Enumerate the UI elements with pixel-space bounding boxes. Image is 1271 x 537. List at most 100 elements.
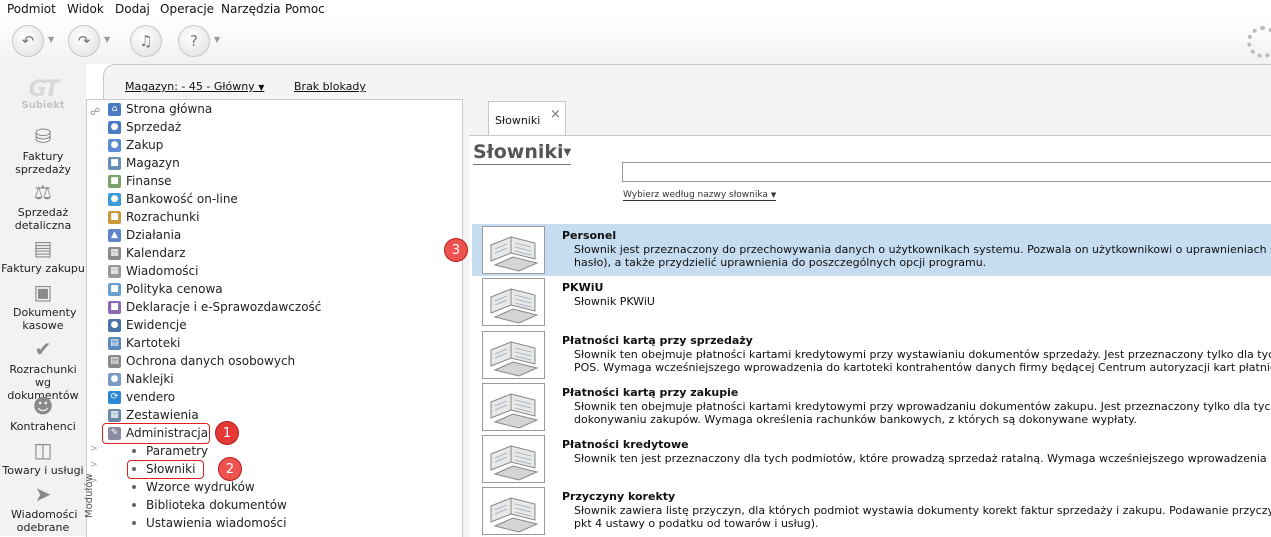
warehouse-selector[interactable]: Magazyn: - 45 - Główny ▼ (125, 80, 264, 93)
subnav-ustawienia-wiadomosci[interactable]: Ustawienia wiadomości (132, 514, 286, 532)
dictionary-title: Płatności kartą przy zakupie (562, 386, 739, 399)
pin-icon[interactable]: ☍ (90, 107, 100, 118)
nav-deklaracje-i-e-sprawozdawczość[interactable]: ■ Deklaracje i e-Sprawozdawczość (108, 298, 321, 316)
menu-operacje[interactable]: Operacje (160, 2, 214, 16)
nav-działania[interactable]: ▲ Działania (108, 226, 181, 244)
nav-rozrachunki[interactable]: ■ Rozrachunki (108, 208, 199, 226)
chevron-down-icon: ▼ (563, 147, 572, 158)
menu-narzedzia[interactable]: Narzędzia (221, 2, 281, 16)
menu-podmiot[interactable]: Podmiot (7, 2, 56, 16)
dictionary-book-icon (482, 487, 545, 535)
dictionary-description: Słownik jest przeznaczony do przechowywa… (574, 243, 1271, 269)
dictionary-row[interactable]: PKWiU Słownik PKWiU (472, 276, 1271, 328)
menu-dodaj[interactable]: Dodaj (115, 2, 150, 16)
nav-polityka-cenowa[interactable]: ■ Polityka cenowa (108, 280, 223, 298)
module-icon: ● (108, 372, 121, 386)
dictionary-row[interactable]: Przyczyny korekty Słownik zawiera listę p… (472, 485, 1271, 537)
nav-ochrona-danych-osobowych[interactable]: ▤ Ochrona danych osobowych (108, 352, 295, 370)
products-icon: ◫ (33, 438, 53, 462)
filter-by-name-link[interactable]: Wybierz według nazwy słownika ▼ (623, 190, 777, 201)
nav-bankowość-on-line[interactable]: ● Bankowość on-line (108, 190, 238, 208)
nav-zakup[interactable]: ● Zakup (108, 136, 163, 154)
dictionary-description: Słownik ten obejmuje płatności kartami k… (574, 348, 1271, 374)
logo-mark: GT (28, 77, 60, 102)
module-icon: ▦ (108, 246, 121, 260)
module-faktury-zakupu[interactable]: ▤ Faktury zakupu (0, 236, 86, 275)
nav-strona-główna[interactable]: ⌂ Strona główna (108, 100, 212, 118)
tab-label: Słowniki (495, 114, 541, 127)
close-icon[interactable]: × (550, 107, 561, 122)
scale-icon: ⚖ (34, 180, 52, 204)
module-icon: ■ (108, 300, 121, 314)
nav-zestawienia[interactable]: ▦ Zestawienia (108, 406, 199, 424)
chevron-down-icon[interactable]: ▼ (214, 35, 220, 44)
module-kontrahenci[interactable]: ☻ Kontrahenci (0, 394, 86, 433)
nav-finanse[interactable]: ■ Finanse (108, 172, 172, 190)
dictionary-row[interactable]: Płatności kredytowe Słownik ten jest prze… (472, 433, 1271, 485)
dictionary-title: Płatności kartą przy sprzedaży (562, 334, 753, 347)
dictionary-row[interactable]: Płatności kartą przy zakupie Słownik ten … (472, 381, 1271, 433)
nav-wiadomości[interactable]: ▦ Wiadomości (108, 262, 198, 280)
module-icon: ▦ (108, 264, 121, 278)
chevron-down-icon: ▼ (770, 191, 777, 199)
nav-kartoteki[interactable]: ▤ Kartoteki (108, 334, 180, 352)
chevron-down-icon: ▼ (258, 83, 265, 92)
module-icon: ● (108, 138, 121, 152)
nav-kalendarz[interactable]: ▦ Kalendarz (108, 244, 186, 262)
subnav-parametry[interactable]: Parametry (132, 442, 208, 460)
subnav-biblioteka-dokumentow[interactable]: Biblioteka dokumentów (132, 496, 287, 514)
subnav-wzorce-wydrukow[interactable]: Wzorce wydruków (132, 478, 255, 496)
lock-status-link[interactable]: Brak blokady (294, 80, 366, 93)
module-faktury-sprzedazy[interactable]: ⛁ Faktury sprzedaży (0, 124, 86, 176)
dictionary-description: Słownik PKWiU (574, 295, 655, 308)
module-icon: ▤ (108, 354, 121, 368)
menu-widok[interactable]: Widok (67, 2, 104, 16)
step-badge-3: 3 (444, 238, 468, 262)
highlight-slowniki (127, 460, 204, 479)
dictionary-row[interactable]: Personel Słownik jest przeznaczony do prz… (472, 224, 1271, 276)
subiekt-logo: GT Subiekt (20, 77, 66, 112)
module-wiadomosci-odebrane[interactable]: ➤ Wiadomości odebrane (0, 482, 86, 534)
back-icon[interactable]: ↶ (12, 25, 44, 57)
nav-sprzedaż[interactable]: ● Sprzedaż (108, 118, 181, 136)
modules-strip-label: Modułów (84, 473, 95, 518)
module-icon: ● (108, 318, 121, 332)
dictionary-description: Słownik zawiera listę przyczyn, dla któr… (574, 504, 1271, 530)
forward-icon[interactable]: ↷ (68, 25, 100, 57)
module-towary-i-uslugi[interactable]: ◫ Towary i usługi (0, 438, 86, 477)
module-icon: ■ (108, 174, 121, 188)
person-icon: ☻ (32, 394, 54, 418)
module-icon: ● (108, 120, 121, 134)
coins-icon: ⛁ (34, 124, 52, 148)
module-icon: ■ (108, 282, 121, 296)
dictionary-book-icon (482, 331, 545, 379)
step-badge-2: 2 (218, 457, 242, 481)
module-dokumenty-kasowe[interactable]: ▣ Dokumenty kasowe (0, 280, 86, 332)
nav-ewidencje[interactable]: ● Ewidencje (108, 316, 187, 334)
module-sprzedaz-detaliczna[interactable]: ⚖ Sprzedaż detaliczna (0, 180, 86, 232)
nav-naklejki[interactable]: ● Naklejki (108, 370, 174, 388)
module-icon: ■ (108, 156, 121, 170)
dictionary-title: Płatności kredytowe (562, 438, 689, 451)
page-title[interactable]: Słowniki▼ (473, 141, 572, 165)
dictionary-title: Przyczyny korekty (562, 490, 676, 503)
module-icon: ■ (108, 210, 121, 224)
module-rozrachunki[interactable]: ✔ Rozrachunki wg dokumentów (0, 337, 86, 402)
menu-pomoc[interactable]: Pomoc (285, 2, 325, 16)
bullet-icon (132, 503, 136, 507)
chevron-down-icon[interactable]: ▼ (104, 35, 110, 44)
tab-slowniki[interactable]: Słowniki × (488, 101, 566, 136)
dictionary-description: Słownik ten obejmuje płatności kartami k… (574, 400, 1271, 426)
nav-vendero[interactable]: ⟳ vendero (108, 388, 175, 406)
module-icon: ▦ (108, 408, 121, 422)
step-badge-1: 1 (215, 421, 239, 445)
loading-spinner-icon (1247, 26, 1271, 58)
nav-magazyn[interactable]: ■ Magazyn (108, 154, 180, 172)
help-icon[interactable]: ? (178, 25, 210, 57)
bell-icon[interactable]: ♫ (130, 25, 162, 57)
chevron-down-icon[interactable]: ▼ (48, 35, 54, 44)
dictionary-row[interactable]: Płatności kartą przy sprzedaży Słownik te… (472, 329, 1271, 381)
module-icon: ⌂ (108, 102, 121, 116)
module-icon: ▤ (108, 336, 121, 350)
search-input[interactable] (622, 162, 1271, 182)
